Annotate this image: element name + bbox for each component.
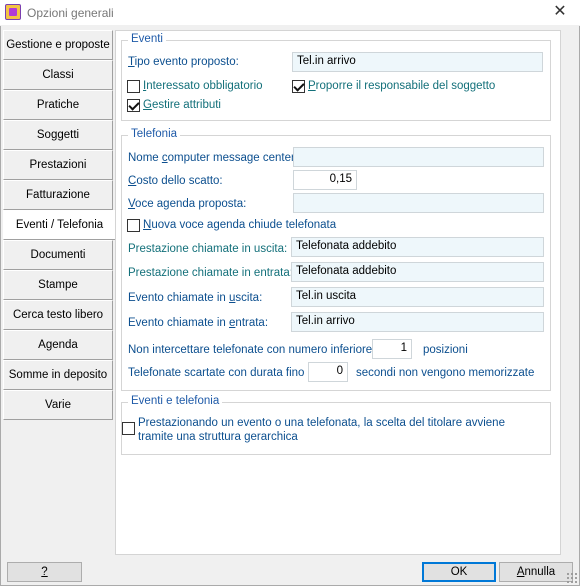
- costo-scatto-field[interactable]: 0,15: [293, 170, 357, 190]
- non-intercettare-field[interactable]: 1: [372, 339, 412, 359]
- telefonia-group-title: Telefonia: [128, 128, 181, 140]
- sidebar-item-fatturazione[interactable]: Fatturazione: [3, 180, 113, 210]
- ok-button[interactable]: OK: [422, 562, 496, 582]
- sidebar-item-gestione-e-proposte[interactable]: Gestione e proposte: [3, 30, 113, 60]
- sidebar-item-cerca-testo-libero[interactable]: Cerca testo libero: [3, 300, 113, 330]
- scelta-titolare-label-line2: tramite una struttura gerarchica: [138, 431, 298, 443]
- sidebar: Gestione e proposte Classi Pratiche Sogg…: [3, 30, 115, 420]
- telefonate-scartate-field[interactable]: 0: [308, 362, 348, 382]
- sidebar-item-somme-in-deposito[interactable]: Somme in deposito: [3, 360, 113, 390]
- evento-entrata-label: Evento chiamate in entrata:: [128, 317, 269, 329]
- evento-uscita-field[interactable]: Tel.in uscita: [291, 287, 544, 307]
- annulla-button[interactable]: Annulla: [499, 562, 573, 582]
- proporre-responsabile-label: Proporre il responsabile del soggetto: [308, 80, 496, 92]
- nome-computer-label: Nome computer message center:: [128, 152, 299, 164]
- sidebar-item-documenti[interactable]: Documenti: [3, 240, 113, 270]
- window-title: Opzioni generali: [27, 6, 114, 20]
- prestazione-entrata-label: Prestazione chiamate in entrata:: [128, 267, 293, 279]
- sidebar-item-agenda[interactable]: Agenda: [3, 330, 113, 360]
- scelta-titolare-label-line1: Prestazionando un evento o una telefonat…: [138, 417, 505, 429]
- voce-agenda-field[interactable]: [293, 193, 544, 213]
- interessato-obbligatorio-label: Interessato obbligatorio: [143, 80, 263, 92]
- sidebar-item-pratiche[interactable]: Pratiche: [3, 90, 113, 120]
- eventi-group-title: Eventi: [128, 33, 166, 45]
- help-button[interactable]: ?: [7, 562, 82, 582]
- tipo-evento-label: Tipo evento proposto:: [128, 56, 239, 68]
- evento-entrata-field[interactable]: Tel.in arrivo: [291, 312, 544, 332]
- sidebar-item-varie[interactable]: Varie: [3, 390, 113, 420]
- resize-grip-icon[interactable]: [566, 572, 578, 584]
- sidebar-item-soggetti[interactable]: Soggetti: [3, 120, 113, 150]
- gestire-attributi-label: Gestire attributi: [143, 99, 221, 111]
- eventi-telefonia-group-title: Eventi e telefonia: [128, 395, 223, 407]
- app-icon: [5, 4, 21, 20]
- posizioni-label: posizioni: [423, 344, 468, 356]
- proporre-responsabile-checkbox[interactable]: [292, 80, 305, 93]
- sidebar-item-classi[interactable]: Classi: [3, 60, 113, 90]
- tipo-evento-field[interactable]: Tel.in arrivo: [292, 52, 543, 72]
- gestire-attributi-checkbox[interactable]: [127, 99, 140, 112]
- nome-computer-field[interactable]: [293, 147, 544, 167]
- interessato-obbligatorio-checkbox[interactable]: [127, 80, 140, 93]
- evento-uscita-label: Evento chiamate in uscita:: [128, 292, 263, 304]
- nuova-voce-label: Nuova voce agenda chiude telefonata: [143, 219, 337, 231]
- prestazione-uscita-field[interactable]: Telefonata addebito: [291, 237, 544, 257]
- voce-agenda-label: Voce agenda proposta:: [128, 198, 247, 210]
- scelta-titolare-checkbox[interactable]: [122, 422, 135, 435]
- sidebar-item-eventi-telefonia[interactable]: Eventi / Telefonia: [3, 210, 115, 240]
- main-panel: Eventi Tipo evento proposto: Tel.in arri…: [115, 30, 561, 555]
- non-intercettare-label: Non intercettare telefonate con numero i…: [128, 344, 382, 356]
- close-icon[interactable]: ✕: [548, 2, 572, 22]
- title-bar: Opzioni generali ✕: [0, 0, 580, 26]
- prestazione-entrata-field[interactable]: Telefonata addebito: [291, 262, 544, 282]
- costo-scatto-label: Costo dello scatto:: [128, 175, 223, 187]
- secondi-label: secondi non vengono memorizzate: [356, 367, 535, 379]
- sidebar-item-prestazioni[interactable]: Prestazioni: [3, 150, 113, 180]
- prestazione-uscita-label: Prestazione chiamate in uscita:: [128, 243, 288, 255]
- nuova-voce-checkbox[interactable]: [127, 219, 140, 232]
- sidebar-item-stampe[interactable]: Stampe: [3, 270, 113, 300]
- telefonate-scartate-label: Telefonate scartate con durata fino a: [128, 367, 315, 379]
